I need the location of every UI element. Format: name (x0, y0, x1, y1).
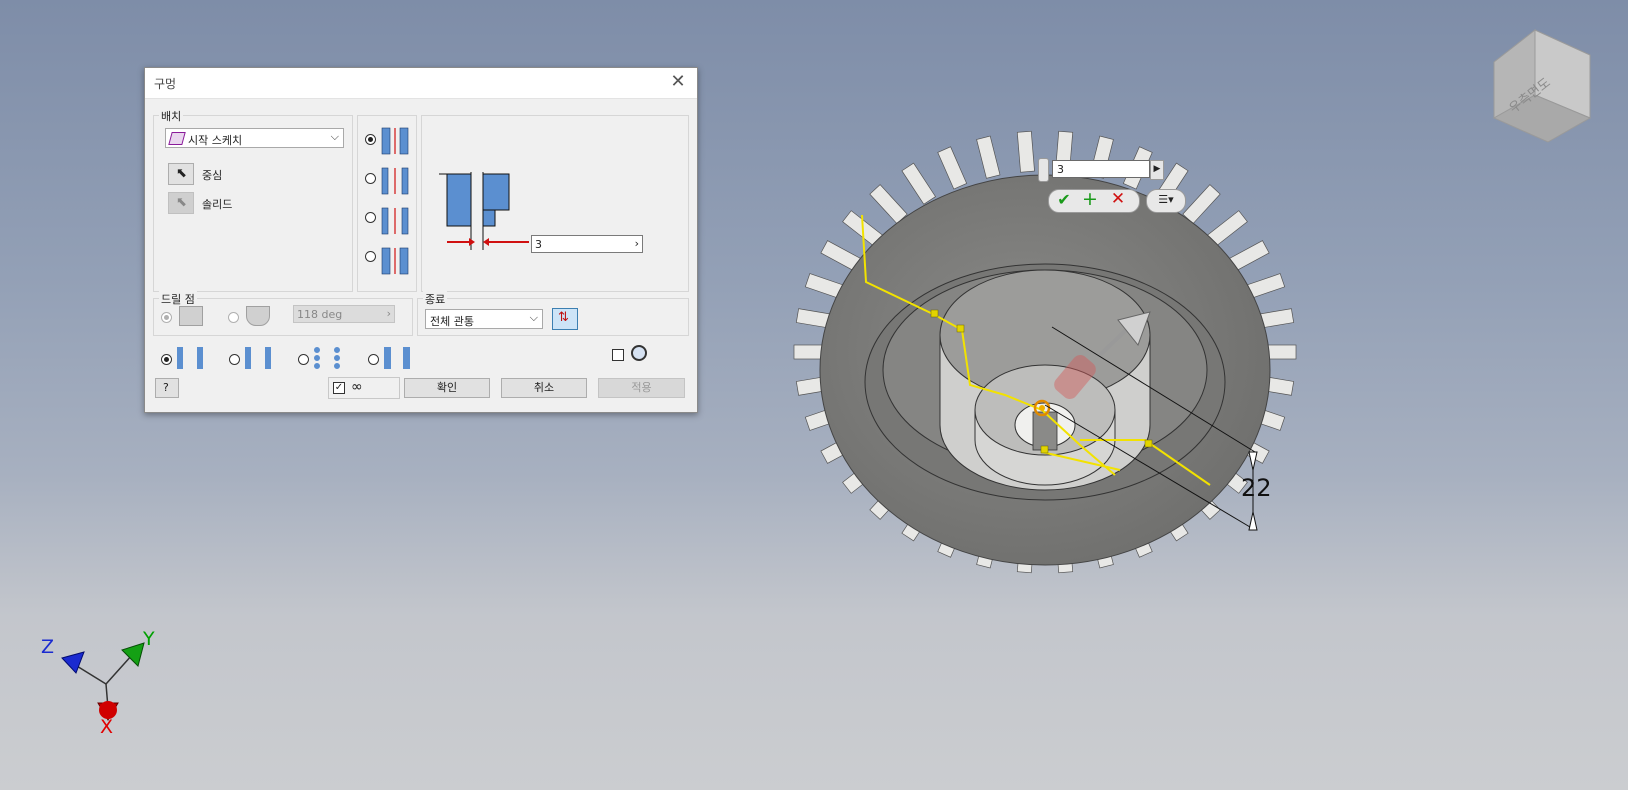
ok-check-icon[interactable]: ✔ (1054, 190, 1074, 210)
flat-drill-icon (179, 306, 203, 326)
apply-plus-icon[interactable]: + (1080, 189, 1100, 209)
mini-toolbar-value: 3 (1057, 163, 1064, 176)
mini-toolbar-value-field[interactable]: 3 (1052, 160, 1150, 178)
mini-toolbar-expand-icon[interactable]: ▶ (1150, 160, 1164, 180)
termination-combo-value: 전체 관통 (430, 315, 474, 328)
hole-taper-tapped-radio[interactable] (368, 354, 379, 365)
hole-tapped-radio[interactable] (298, 354, 309, 365)
cursor-arrow-icon: ⬉ (176, 195, 187, 210)
cursor-arrow-icon: ⬉ (176, 166, 187, 181)
mini-toolbar-grip[interactable] (1038, 158, 1049, 182)
gear-tooth (1016, 130, 1035, 173)
option-checkbox[interactable] (612, 349, 624, 361)
drill-angle-value: 118 deg (297, 308, 343, 321)
chevron-down-icon: ⌵ (330, 130, 339, 143)
diameter-value: 3 (535, 238, 542, 251)
gear-tooth (869, 184, 908, 225)
hole-type-countersink-radio[interactable] (365, 251, 376, 262)
gear-tooth (1182, 184, 1221, 225)
gear-tooth (901, 162, 936, 205)
hole-type-icons (381, 127, 409, 275)
gear-tooth (976, 135, 1001, 179)
chevron-right-icon: › (634, 237, 639, 250)
cancel-x-icon[interactable]: ✕ (1108, 189, 1128, 209)
chevron-down-icon: ⌵ (529, 311, 538, 324)
apply-button[interactable]: 적용 (598, 378, 685, 398)
center-label: 중심 (202, 169, 223, 182)
simple-hole-icon (177, 347, 203, 369)
drill-point-angle-radio[interactable] (228, 312, 239, 323)
angle-drill-icon (246, 306, 270, 326)
solid-select-button[interactable]: ⬉ (168, 192, 194, 214)
placement-group-label: 배치 (159, 108, 184, 124)
preview-checkbox[interactable]: ✓ (333, 382, 345, 394)
axis-triad (61, 642, 145, 721)
help-icon: ? (163, 381, 169, 394)
gear-model[interactable] (793, 130, 1297, 574)
hole-type-counterbore-radio[interactable] (365, 173, 376, 184)
sketch-icon (168, 132, 186, 145)
hole-type-simple-radio[interactable] (365, 134, 376, 145)
gear-tooth (937, 146, 968, 190)
dialog-title: 구멍 (154, 77, 177, 91)
drill-angle-input[interactable]: 118 deg › (293, 305, 395, 323)
termination-group-label: 종료 (423, 291, 448, 307)
axis-label-y: Y (143, 628, 155, 650)
center-select-button[interactable]: ⬉ (168, 163, 194, 185)
chevron-right-icon: › (386, 307, 391, 320)
glasses-icon: ∞ (351, 379, 363, 395)
help-button[interactable]: ? (155, 378, 179, 398)
preview-toggle[interactable]: ✓ ∞ (328, 377, 400, 399)
placement-combo[interactable]: 시작 스케치 ⌵ (165, 128, 344, 148)
axis-label-z: Z (41, 636, 55, 658)
hole-type-spotface-radio[interactable] (365, 212, 376, 223)
drill-point-flat-radio[interactable] (161, 312, 172, 323)
flip-arrow-icon: ⇅ (558, 310, 569, 325)
termination-combo[interactable]: 전체 관통 ⌵ (425, 309, 543, 329)
mini-toolbar-options-icon[interactable]: ☰▾ (1146, 189, 1186, 213)
flip-direction-button[interactable]: ⇅ (552, 308, 578, 330)
hole-section-preview (439, 172, 529, 250)
axis-label-x: X (100, 716, 114, 738)
ok-button[interactable]: 확인 (404, 378, 490, 398)
gauge-icon[interactable] (631, 345, 647, 361)
cancel-button[interactable]: 취소 (501, 378, 587, 398)
placement-combo-value: 시작 스케치 (188, 134, 243, 147)
tapped-hole-icon (314, 347, 340, 369)
hole-dialog: 구멍 ✕ 배치 시작 스케치 ⌵ ⬉ 중심 ⬉ 솔리드 3 › 드릴 점 118… (144, 67, 698, 413)
close-icon[interactable]: ✕ (667, 71, 689, 93)
drill-point-group-label: 드릴 점 (159, 291, 197, 307)
hole-clearance-radio[interactable] (229, 354, 240, 365)
dialog-titlebar[interactable]: 구멍 ✕ (145, 68, 697, 99)
dimension-value[interactable]: 22 (1241, 474, 1272, 502)
hole-simple-radio[interactable] (161, 354, 172, 365)
clearance-hole-icon (245, 347, 271, 369)
diameter-input[interactable]: 3 › (531, 235, 643, 253)
solid-label: 솔리드 (202, 198, 233, 211)
taper-tapped-hole-icon (384, 347, 410, 369)
